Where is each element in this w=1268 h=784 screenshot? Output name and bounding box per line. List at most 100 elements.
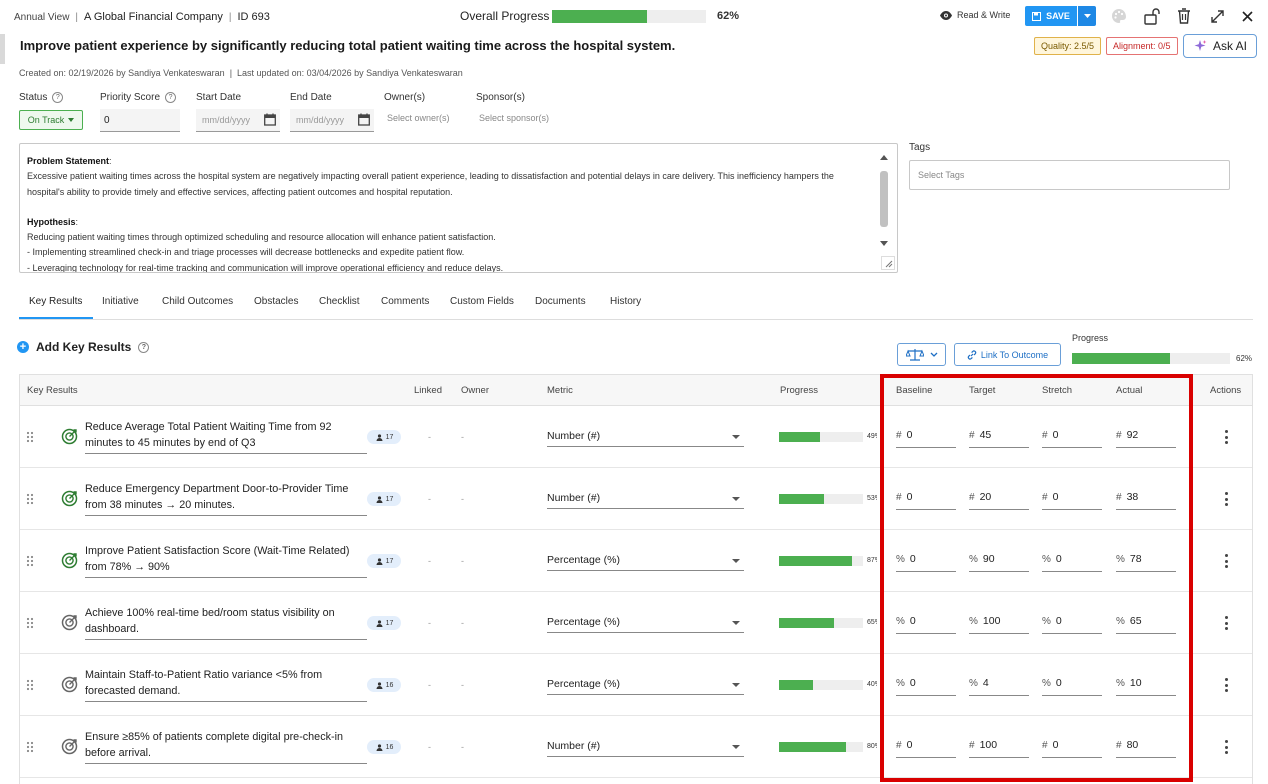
stretch-input[interactable]: % 0 (1042, 612, 1102, 634)
tab-child-outcomes[interactable]: Child Outcomes (162, 296, 233, 307)
calendar-icon[interactable] (264, 113, 276, 126)
target-input[interactable]: % 4 (969, 674, 1029, 696)
table-row[interactable]: Maintain Staff-to-Patient Ratio variance… (20, 654, 1252, 716)
trash-icon[interactable] (1175, 7, 1193, 25)
baseline-input[interactable]: % 0 (896, 674, 956, 696)
link-to-outcome-button[interactable]: Link To Outcome (954, 343, 1061, 366)
owner-value[interactable]: - (461, 742, 464, 752)
owner-value[interactable]: - (461, 680, 464, 690)
metric-select[interactable]: Number (#) (547, 737, 744, 757)
baseline-input[interactable]: #0 (896, 736, 956, 758)
target-input[interactable]: % 100 (969, 612, 1029, 634)
weighting-button[interactable] (897, 343, 946, 366)
related-count-badge[interactable]: 17 (367, 430, 401, 444)
metric-select[interactable]: Number (#) (547, 427, 744, 447)
tags-select[interactable]: Select Tags (909, 160, 1230, 190)
metric-select[interactable]: Percentage (%) (547, 551, 744, 571)
actual-input[interactable]: #38 (1116, 488, 1176, 510)
actual-input[interactable]: #80 (1116, 736, 1176, 758)
description-textarea[interactable]: Problem Statement: Excessive patient wai… (19, 143, 898, 273)
more-options-icon[interactable] (1224, 430, 1228, 444)
stretch-input[interactable]: #0 (1042, 488, 1102, 510)
tab-initiative[interactable]: Initiative (102, 296, 139, 307)
tab-key-results[interactable]: Key Results (29, 296, 82, 307)
palette-icon[interactable] (1110, 7, 1128, 25)
baseline-input[interactable]: #0 (896, 426, 956, 448)
tab-checklist[interactable]: Checklist (319, 296, 360, 307)
tab-custom-fields[interactable]: Custom Fields (450, 296, 514, 307)
table-row[interactable]: Reduce Average Total Patient Waiting Tim… (20, 406, 1252, 468)
more-options-icon[interactable] (1224, 678, 1228, 692)
drag-handle-icon[interactable] (26, 493, 34, 505)
more-options-icon[interactable] (1224, 616, 1228, 630)
status-dropdown[interactable]: On Track (19, 110, 83, 130)
related-count-badge[interactable]: 16 (367, 678, 401, 692)
calendar-icon[interactable] (358, 113, 370, 126)
actual-input[interactable]: % 65 (1116, 612, 1176, 634)
table-row[interactable]: Improve Patient Satisfaction Score (Wait… (20, 530, 1252, 592)
more-options-icon[interactable] (1224, 554, 1228, 568)
drag-handle-icon[interactable] (26, 555, 34, 567)
stretch-input[interactable]: #0 (1042, 426, 1102, 448)
owner-value[interactable]: - (461, 556, 464, 566)
priority-score-input[interactable]: 0 (100, 109, 180, 132)
save-button[interactable]: SAVE (1025, 6, 1077, 26)
related-count-badge[interactable]: 17 (367, 492, 401, 506)
owner-value[interactable]: - (461, 432, 464, 442)
baseline-input[interactable]: % 0 (896, 550, 956, 572)
stretch-input[interactable]: % 0 (1042, 550, 1102, 572)
help-icon[interactable]: ? (52, 92, 64, 103)
unlock-icon[interactable] (1143, 7, 1161, 25)
related-count-badge[interactable]: 17 (367, 554, 401, 568)
tab-documents[interactable]: Documents (535, 296, 586, 307)
drag-handle-icon[interactable] (26, 741, 34, 753)
ask-ai-button[interactable]: Ask AI (1183, 34, 1257, 58)
table-row[interactable]: Ensure ≥85% of patients complete digital… (20, 716, 1252, 778)
more-options-icon[interactable] (1224, 740, 1228, 754)
kr-title-input[interactable]: Ensure ≥85% of patients complete digital… (85, 730, 367, 764)
save-options-dropdown[interactable] (1078, 6, 1096, 26)
tab-history[interactable]: History (610, 296, 641, 307)
related-count-badge[interactable]: 16 (367, 740, 401, 754)
owner-value[interactable]: - (461, 618, 464, 628)
read-write-toggle[interactable]: Read & Write (940, 10, 1010, 20)
scrollbar-thumb[interactable] (880, 171, 888, 227)
drag-handle-icon[interactable] (26, 679, 34, 691)
actual-input[interactable]: #92 (1116, 426, 1176, 448)
close-icon[interactable] (1238, 7, 1256, 25)
end-date-input[interactable]: mm/dd/yyyy (290, 109, 374, 132)
start-date-input[interactable]: mm/dd/yyyy (196, 109, 280, 132)
drag-handle-icon[interactable] (26, 431, 34, 443)
drag-handle-icon[interactable] (26, 617, 34, 629)
owner-select[interactable]: Select owner(s) (387, 113, 450, 123)
add-key-results-button[interactable]: + Add Key Results ? (17, 340, 150, 354)
help-icon[interactable]: ? (165, 92, 177, 103)
metric-select[interactable]: Percentage (%) (547, 613, 744, 633)
owner-value[interactable]: - (461, 494, 464, 504)
quality-badge[interactable]: Quality: 2.5/5 (1034, 37, 1102, 55)
metric-select[interactable]: Percentage (%) (547, 675, 744, 695)
kr-title-input[interactable]: Reduce Average Total Patient Waiting Tim… (85, 420, 367, 454)
stretch-input[interactable]: #0 (1042, 736, 1102, 758)
sponsor-select[interactable]: Select sponsor(s) (479, 113, 549, 123)
help-icon[interactable]: ? (138, 341, 150, 353)
more-options-icon[interactable] (1224, 492, 1228, 506)
actual-input[interactable]: % 78 (1116, 550, 1176, 572)
table-row[interactable]: Achieve 100% real-time bed/room status v… (20, 592, 1252, 654)
view-label[interactable]: Annual View (14, 12, 69, 23)
kr-title-input[interactable]: Improve Patient Satisfaction Score (Wait… (85, 544, 367, 578)
stretch-input[interactable]: % 0 (1042, 674, 1102, 696)
baseline-input[interactable]: #0 (896, 488, 956, 510)
target-input[interactable]: #100 (969, 736, 1029, 758)
table-row[interactable]: Reduce Emergency Department Door-to-Prov… (20, 468, 1252, 530)
actual-input[interactable]: % 10 (1116, 674, 1176, 696)
kr-title-input[interactable]: Achieve 100% real-time bed/room status v… (85, 606, 367, 640)
page-title[interactable]: Improve patient experience by significan… (20, 38, 675, 53)
scroll-up-icon[interactable] (879, 154, 889, 161)
tab-obstacles[interactable]: Obstacles (254, 296, 298, 307)
target-input[interactable]: #45 (969, 426, 1029, 448)
expand-icon[interactable] (1208, 7, 1226, 25)
metric-select[interactable]: Number (#) (547, 489, 744, 509)
alignment-badge[interactable]: Alignment: 0/5 (1106, 37, 1178, 55)
target-input[interactable]: % 90 (969, 550, 1029, 572)
